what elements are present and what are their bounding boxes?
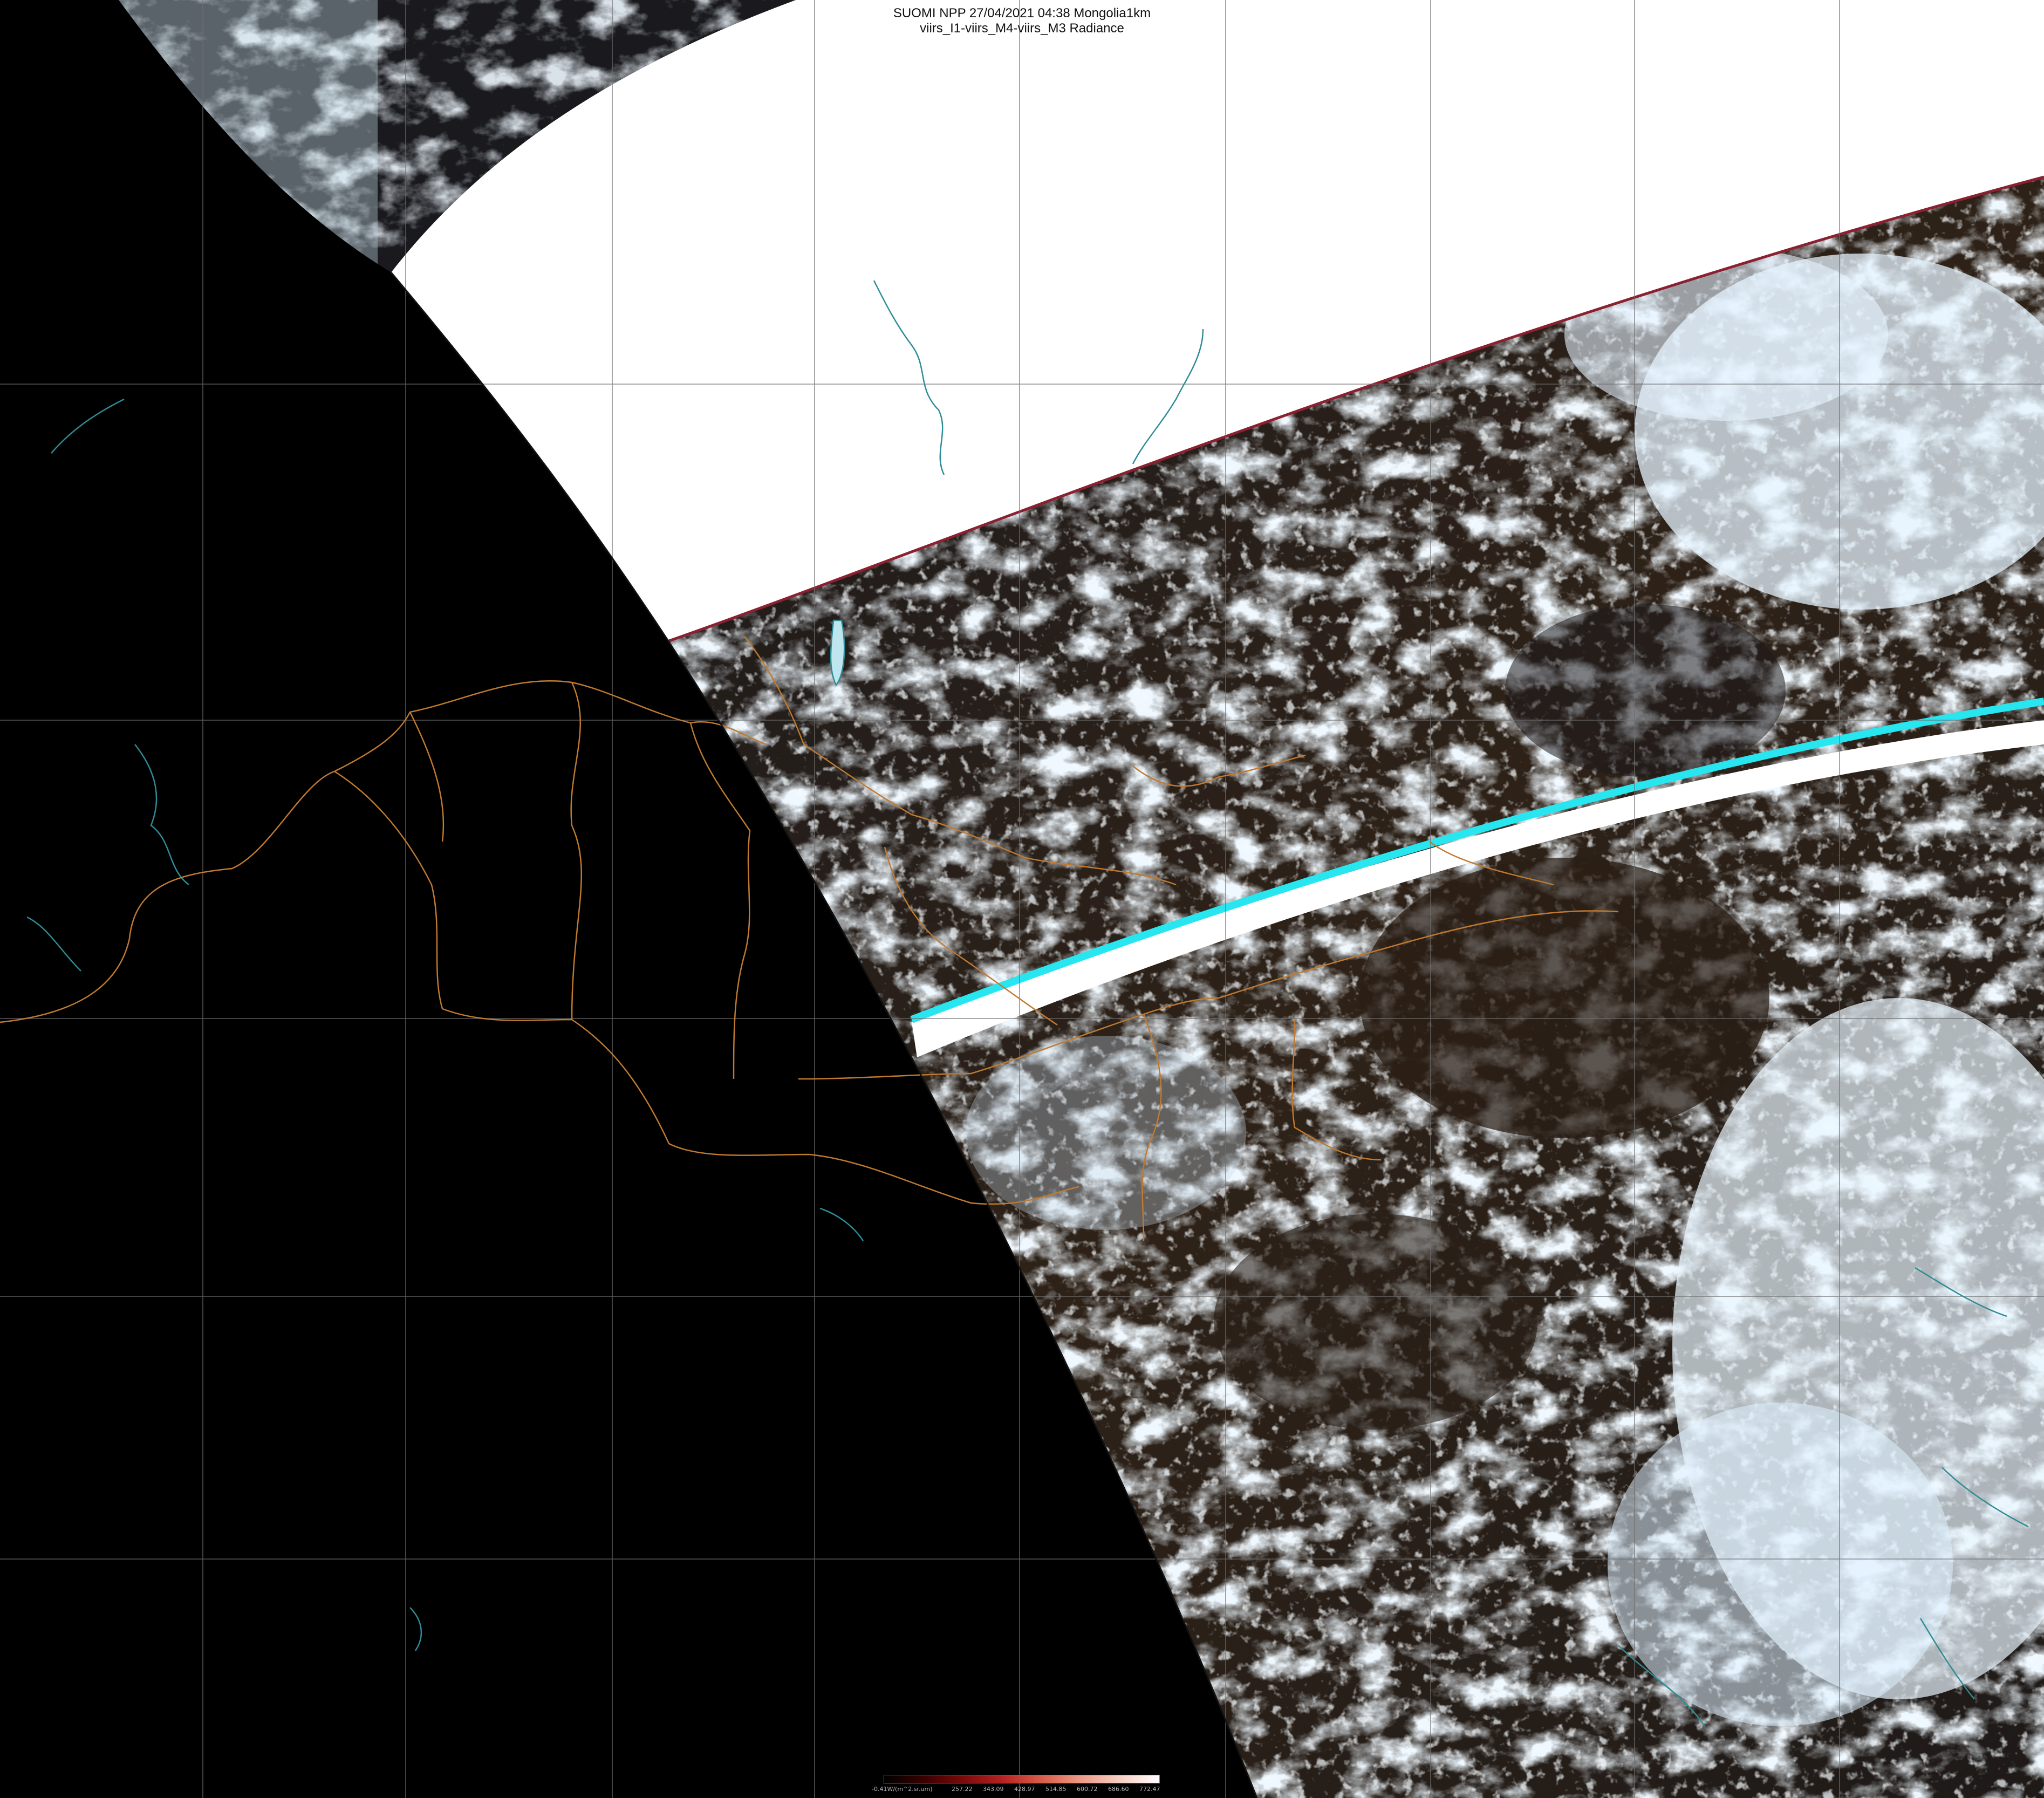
colorbar-tick: -0.41W/(m^2.sr.um) [872, 1786, 933, 1793]
colorbar-tick: 343.09 [983, 1786, 1004, 1793]
colorbar [884, 1775, 1160, 1783]
colorbar-tick: 600.72 [1077, 1786, 1098, 1793]
colorbar-tick: 257.22 [952, 1786, 973, 1793]
colorbar-tick: 428.97 [1014, 1786, 1035, 1793]
satellite-image [0, 0, 2044, 1798]
image-title: SUOMI NPP 27/04/2021 04:38 Mongolia1km [893, 6, 1151, 20]
image-subtitle: viirs_I1-viirs_M4-viirs_M3 Radiance [920, 21, 1124, 36]
colorbar-tick: 686.60 [1108, 1786, 1129, 1793]
colorbar-tick: 772.47 [1139, 1786, 1160, 1793]
colorbar-labels: -0.41W/(m^2.sr.um) 257.22 343.09 428.97 … [872, 1786, 1174, 1795]
colorbar-tick: 514.85 [1045, 1786, 1067, 1793]
